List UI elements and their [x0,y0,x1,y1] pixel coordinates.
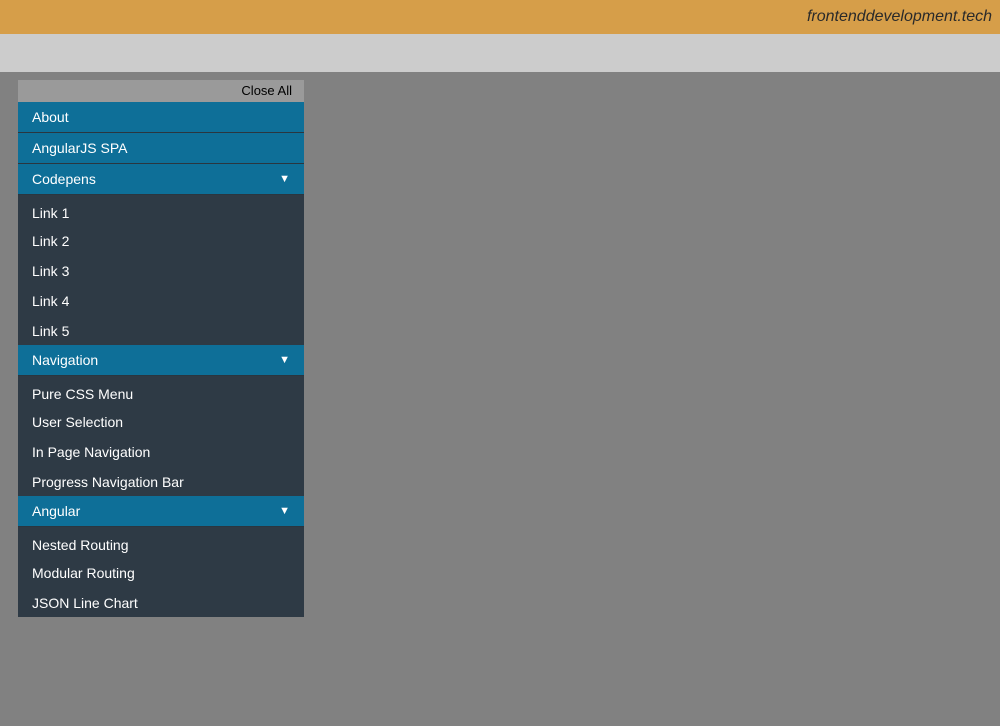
site-name: frontenddevelopment.tech [807,8,992,26]
submenu-item[interactable]: JSON Line Chart [18,587,304,617]
caret-down-icon: ▼ [279,354,290,366]
caret-down-icon: ▼ [279,505,290,517]
submenu-item[interactable]: Link 4 [18,285,304,315]
content-panel [322,80,982,617]
submenu-item[interactable]: Pure CSS Menu [18,376,304,406]
submenu-item[interactable]: Progress Navigation Bar [18,466,304,496]
submenu-item[interactable]: Link 5 [18,315,304,345]
submenu-item[interactable]: Link 3 [18,255,304,285]
submenu-item[interactable]: Link 2 [18,225,304,255]
menu-item-about[interactable]: About [18,102,304,133]
top-banner: frontenddevelopment.tech [0,0,1000,34]
menu-section-angular[interactable]: Angular ▼ [18,496,304,527]
main-area: Close All About AngularJS SPA Codepens ▼… [0,72,1000,617]
submenu-codepens: Link 1 Link 2 Link 3 Link 4 Link 5 [18,195,304,345]
menu-section-codepens[interactable]: Codepens ▼ [18,164,304,195]
submenu-item[interactable]: User Selection [18,406,304,436]
close-all-button[interactable]: Close All [18,80,304,102]
menu-section-navigation[interactable]: Navigation ▼ [18,345,304,376]
menu-item-label: AngularJS SPA [32,140,127,156]
submenu-angular: Nested Routing Modular Routing JSON Line… [18,527,304,617]
submenu-item[interactable]: In Page Navigation [18,436,304,466]
caret-down-icon: ▼ [279,173,290,185]
submenu-item[interactable]: Link 1 [18,195,304,225]
submenu-item[interactable]: Modular Routing [18,557,304,587]
submenu-navigation: Pure CSS Menu User Selection In Page Nav… [18,376,304,496]
menu-item-label: Navigation [32,352,98,368]
menu-item-label: Codepens [32,171,96,187]
menu-item-label: About [32,109,69,125]
menu-item-angularjs-spa[interactable]: AngularJS SPA [18,133,304,164]
menu-item-label: Angular [32,503,80,519]
sidebar: Close All About AngularJS SPA Codepens ▼… [18,80,304,617]
secondary-bar [0,34,1000,72]
submenu-item[interactable]: Nested Routing [18,527,304,557]
